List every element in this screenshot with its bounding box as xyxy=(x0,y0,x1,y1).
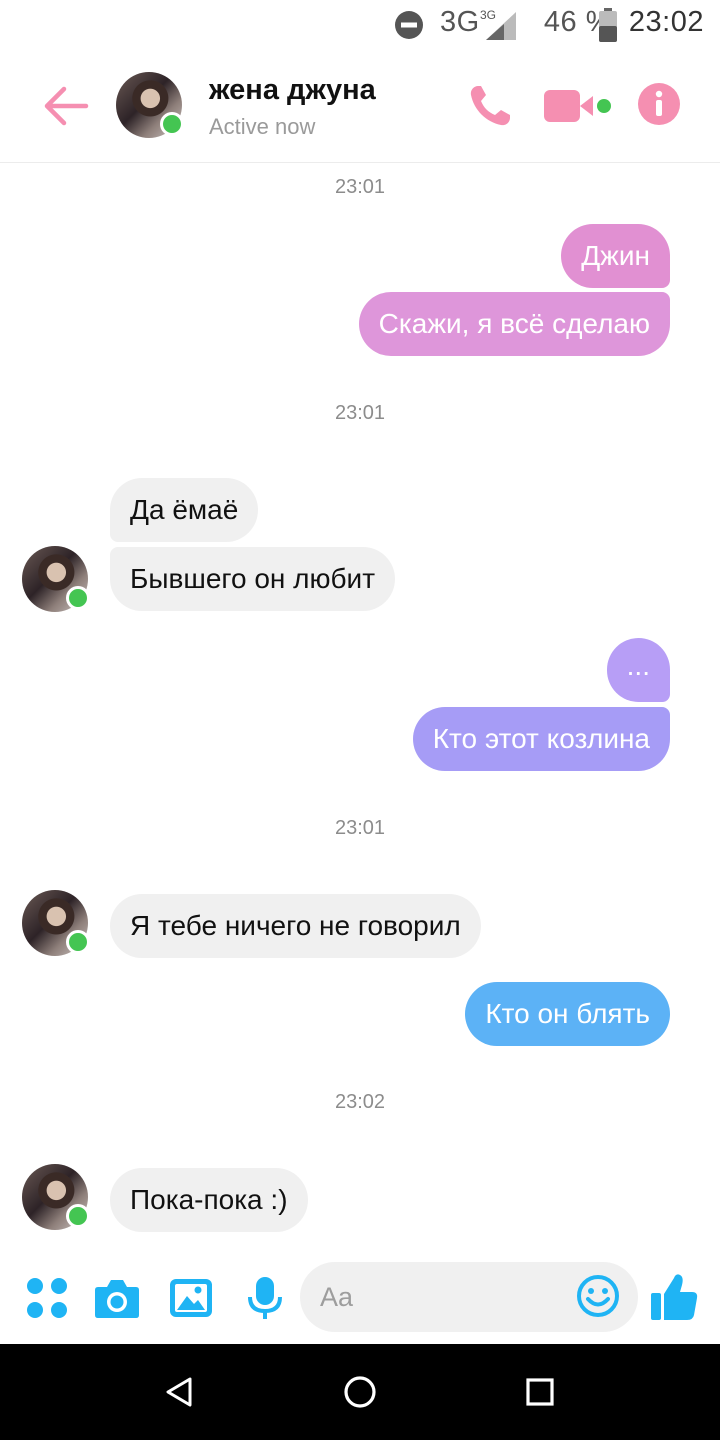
image-icon[interactable] xyxy=(168,1275,214,1321)
online-indicator xyxy=(160,112,184,136)
status-bar: 3G 3G 46 % 23:02 xyxy=(0,0,720,50)
incoming-message[interactable]: Я тебе ничего не говорил xyxy=(110,894,481,958)
timestamp: 23:01 xyxy=(334,176,386,198)
sender-avatar[interactable] xyxy=(22,1164,90,1230)
composer-bar xyxy=(0,1250,720,1345)
outgoing-message[interactable]: Джин xyxy=(561,224,670,288)
incoming-message[interactable]: Да ёмаё xyxy=(110,478,259,542)
contact-avatar[interactable] xyxy=(116,72,184,138)
microphone-icon[interactable] xyxy=(242,1275,288,1321)
phone-icon[interactable] xyxy=(466,82,514,130)
incoming-message[interactable]: Бывшего он любит xyxy=(110,547,396,611)
online-indicator xyxy=(66,1204,90,1228)
outgoing-message[interactable]: ... xyxy=(606,638,670,702)
contact-name[interactable]: жена джуна xyxy=(209,74,376,107)
nav-back-icon[interactable] xyxy=(164,1376,196,1408)
conversation-header: жена джуна Active now xyxy=(0,50,720,163)
signal-icon xyxy=(486,12,516,40)
timestamp: 23:01 xyxy=(334,402,386,424)
online-indicator xyxy=(66,586,90,610)
outgoing-message[interactable]: Кто этот козлина xyxy=(412,707,670,771)
system-nav-bar xyxy=(0,1344,720,1440)
emoji-icon[interactable] xyxy=(576,1274,620,1318)
network-type: 3G xyxy=(440,6,480,38)
apps-icon[interactable] xyxy=(24,1275,70,1321)
clock: 23:02 xyxy=(628,6,704,38)
incoming-message[interactable]: Пока-пока :) xyxy=(110,1168,308,1232)
back-arrow-icon[interactable] xyxy=(40,84,90,128)
camera-icon[interactable] xyxy=(94,1275,140,1321)
sender-avatar[interactable] xyxy=(22,546,90,612)
contact-status: Active now xyxy=(209,114,316,139)
video-camera-icon[interactable] xyxy=(543,84,615,128)
timestamp: 23:02 xyxy=(334,1091,386,1113)
nav-recents-icon[interactable] xyxy=(524,1376,556,1408)
nav-home-icon[interactable] xyxy=(342,1374,378,1410)
battery-icon xyxy=(599,8,617,42)
outgoing-message[interactable]: Скажи, я всё сделаю xyxy=(358,292,670,356)
do-not-disturb-icon xyxy=(395,11,423,39)
online-indicator xyxy=(66,930,90,954)
sender-avatar[interactable] xyxy=(22,890,90,956)
thumbs-up-icon[interactable] xyxy=(650,1272,698,1322)
timestamp: 23:01 xyxy=(334,817,386,839)
outgoing-message[interactable]: Кто он блять xyxy=(465,982,670,1046)
info-icon[interactable] xyxy=(637,82,681,126)
